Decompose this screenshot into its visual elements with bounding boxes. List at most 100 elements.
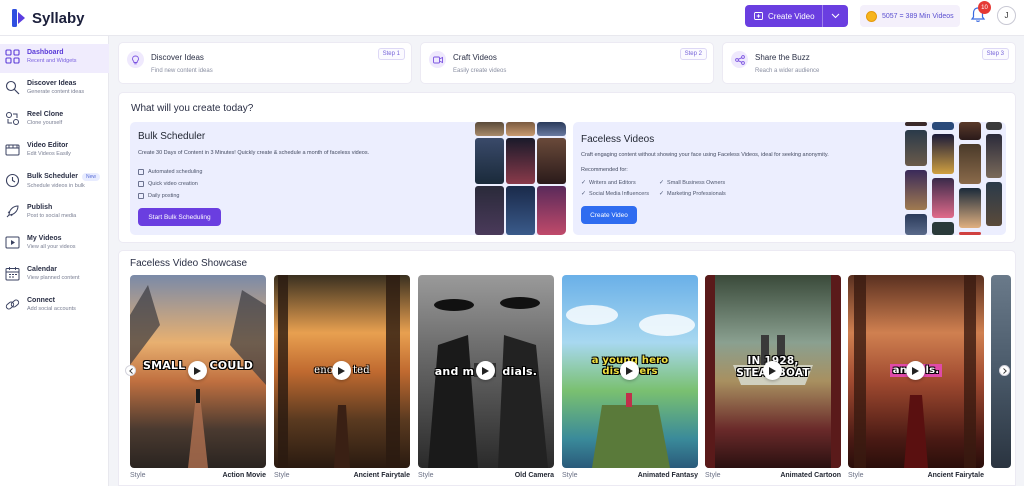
thumbnail xyxy=(959,144,981,184)
rocket-icon xyxy=(6,205,19,218)
faceless-videos-card[interactable]: Faceless Videos Craft engaging content w… xyxy=(573,122,1006,235)
recommended-label: Social Media Influencers xyxy=(589,190,649,197)
thumbnail xyxy=(537,186,566,235)
thumbnail xyxy=(537,138,566,184)
sidebar-item-subtitle: Post to social media xyxy=(27,213,77,219)
chevron-right-icon xyxy=(1002,367,1007,374)
new-badge: New xyxy=(81,173,100,181)
thumbnail xyxy=(959,122,981,140)
create-video-card-button[interactable]: Create Video xyxy=(581,206,637,224)
bulk-scheduler-card[interactable]: Bulk Scheduler Create 30 Days of Content… xyxy=(130,122,566,235)
video-card[interactable]: an ls. xyxy=(848,275,984,468)
faceless-video-showcase: Faceless Video Showcase SMALL COULD Styl… xyxy=(118,250,1016,486)
sidebar-item-my-videos[interactable]: My Videos View all your videos xyxy=(0,230,109,259)
step-card-share-the-buzz[interactable]: Share the Buzz Reach a wider audience St… xyxy=(722,42,1016,84)
thumbnail xyxy=(986,122,1002,130)
carousel-prev-button[interactable] xyxy=(125,365,136,376)
play-button[interactable] xyxy=(906,361,925,380)
clock-icon xyxy=(5,173,20,188)
check-icon: ✓ xyxy=(581,191,587,197)
thumbnail xyxy=(959,188,981,228)
sidebar-item-title: Reel Clone xyxy=(27,111,64,118)
style-value: Ancient Fairytale xyxy=(927,472,984,479)
app-name: Syllaby xyxy=(32,9,85,27)
style-key: Style xyxy=(705,472,721,479)
carousel-next-button[interactable] xyxy=(999,365,1010,376)
create-panel: What will you create today? Bulk Schedul… xyxy=(118,92,1016,243)
sidebar-item-reel-clone[interactable]: Reel Clone Clone yourself xyxy=(0,106,109,135)
sidebar-item-connect[interactable]: Connect Add social accounts xyxy=(0,292,109,321)
thumbnail xyxy=(475,186,504,235)
sidebar-item-bulk-scheduler[interactable]: Bulk Scheduler New Schedule videos in bulk xyxy=(0,168,109,197)
sidebar-item-subtitle: View all your videos xyxy=(27,244,76,250)
play-button[interactable] xyxy=(763,361,782,380)
thumbnail xyxy=(537,122,566,136)
style-value: Animated Fantasy xyxy=(637,472,698,479)
recommended-label: Small Business Owners xyxy=(667,179,726,186)
sidebar-item-title: Publish xyxy=(27,204,53,211)
thumbnail xyxy=(905,214,927,235)
thumbnail xyxy=(905,130,927,166)
step-title: Discover Ideas xyxy=(151,53,204,62)
thumbnail xyxy=(506,138,535,184)
sidebar-item-title: Bulk Scheduler xyxy=(27,173,78,180)
chevron-left-icon xyxy=(128,367,133,374)
step-subtitle: Find new content ideas xyxy=(151,68,213,74)
play-button[interactable] xyxy=(188,361,207,380)
video-card[interactable]: and m dials. xyxy=(418,275,554,468)
step-card-discover-ideas[interactable]: Discover Ideas Find new content ideas St… xyxy=(118,42,412,84)
sidebar-item-calendar[interactable]: Calendar View planned content xyxy=(0,261,109,290)
style-value: Animated Cartoon xyxy=(780,472,841,479)
sidebar-item-subtitle: View planned content xyxy=(27,275,80,281)
thumbnail xyxy=(932,134,954,174)
sidebar-item-video-editor[interactable]: Video Editor Edit Videos Easily xyxy=(0,137,109,166)
avatar[interactable]: J xyxy=(997,6,1016,25)
style-key: Style xyxy=(130,472,146,479)
grid-icon xyxy=(5,49,20,64)
step-subtitle: Easily create videos xyxy=(453,68,507,74)
sidebar-item-subtitle: Generate content ideas xyxy=(27,89,85,95)
play-icon xyxy=(912,366,919,375)
video-card[interactable]: IN 1928, STEAMBOAT xyxy=(705,275,841,468)
camera-icon xyxy=(429,51,446,68)
step-card-craft-videos[interactable]: Craft Videos Easily create videos Step 2 xyxy=(420,42,714,84)
credits-display[interactable]: 5057 = 389 Min Videos xyxy=(860,5,960,27)
video-card[interactable]: enc ted xyxy=(274,275,410,468)
video-meta: Style Animated Cartoon xyxy=(705,472,841,479)
video-card[interactable]: a young hero discovers xyxy=(562,275,698,468)
bulk-card-title: Bulk Scheduler xyxy=(138,131,206,142)
sidebar-item-discover-ideas[interactable]: Discover Ideas Generate content ideas xyxy=(0,75,109,104)
syllaby-logo-icon xyxy=(12,9,25,27)
clock-icon xyxy=(138,169,144,175)
create-video-dropdown[interactable] xyxy=(823,13,848,19)
create-video-button[interactable]: Create Video xyxy=(745,5,848,27)
sidebar-item-subtitle: Schedule videos in bulk xyxy=(27,183,85,189)
play-icon xyxy=(626,366,633,375)
clone-icon xyxy=(6,112,19,125)
step-subtitle: Reach a wider audience xyxy=(755,68,820,74)
thumbnail xyxy=(986,134,1002,178)
sidebar: Dashboard Recent and Widgets Discover Ide… xyxy=(0,36,109,486)
video-editor-icon xyxy=(5,144,20,156)
sidebar-item-title: Video Editor xyxy=(27,142,69,149)
video-card[interactable]: SMALL COULD xyxy=(130,275,266,468)
play-button[interactable] xyxy=(332,361,351,380)
thumbnail xyxy=(506,186,535,235)
logo[interactable]: Syllaby xyxy=(12,9,85,27)
recommended-label: Writers and Editors xyxy=(589,179,636,186)
play-icon xyxy=(194,366,201,375)
start-bulk-scheduling-button[interactable]: Start Bulk Scheduling xyxy=(138,208,221,226)
search-icon xyxy=(5,80,20,95)
sidebar-item-title: Connect xyxy=(27,297,55,304)
play-icon xyxy=(769,366,776,375)
share-icon xyxy=(731,51,748,68)
sidebar-item-publish[interactable]: Publish Post to social media xyxy=(0,199,109,228)
style-key: Style xyxy=(848,472,864,479)
play-button[interactable] xyxy=(620,361,639,380)
style-key: Style xyxy=(418,472,434,479)
recommended-label: Marketing Professionals xyxy=(667,190,726,197)
sidebar-item-dashboard[interactable]: Dashboard Recent and Widgets xyxy=(0,44,109,73)
play-icon xyxy=(338,366,345,375)
play-button[interactable] xyxy=(476,361,495,380)
check-icon: ✓ xyxy=(659,180,665,186)
